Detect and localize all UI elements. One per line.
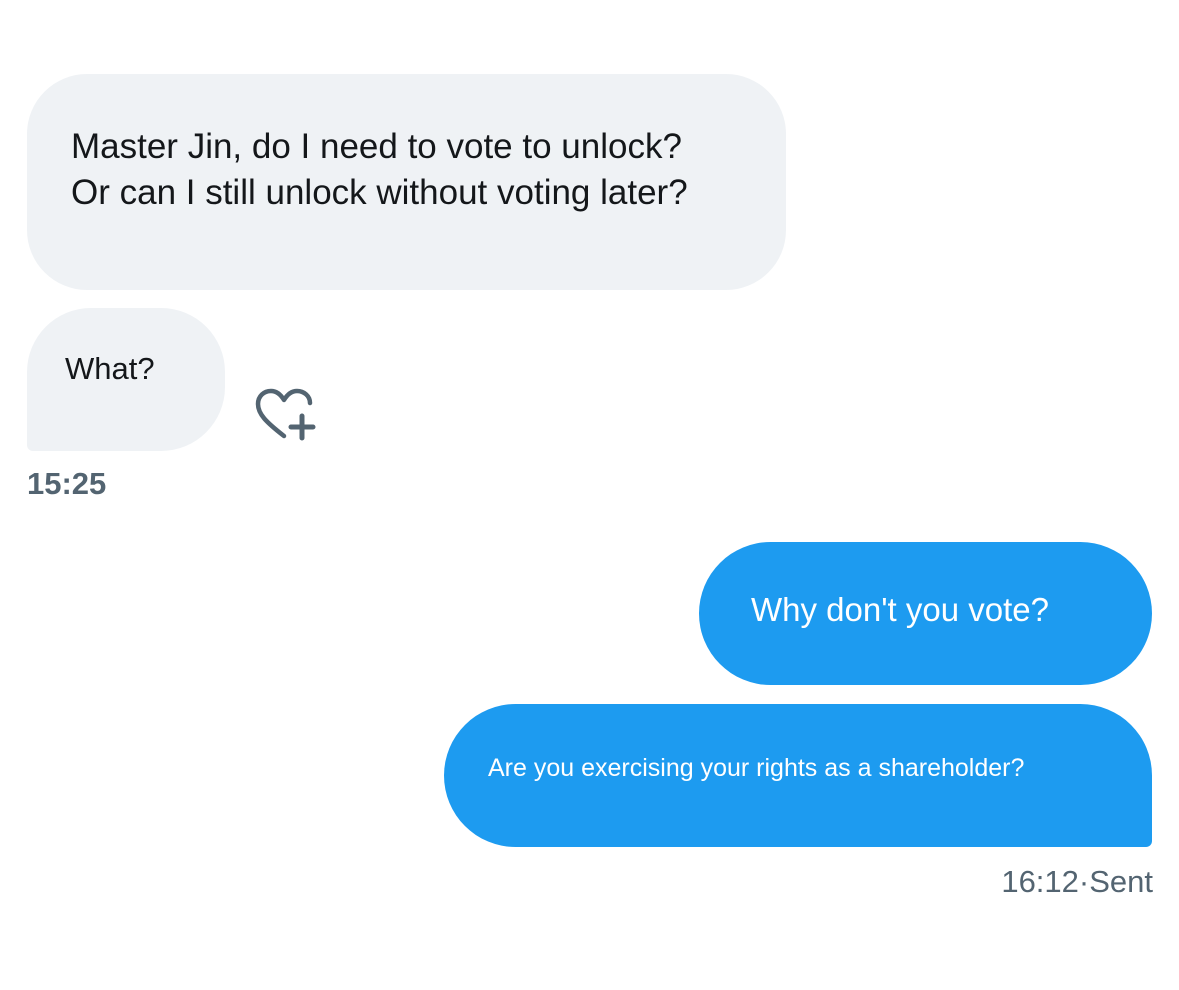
heart-plus-icon	[255, 388, 316, 441]
received-message-bubble[interactable]: What?	[27, 308, 225, 451]
sent-message-bubble[interactable]: Are you exercising your rights as a shar…	[444, 704, 1152, 847]
sent-message-bubble[interactable]: Why don't you vote?	[699, 542, 1152, 685]
add-reaction-button[interactable]	[254, 388, 318, 444]
sent-status: 16:12·Sent	[1001, 864, 1153, 899]
received-message-bubble[interactable]: Master Jin, do I need to vote to unlock?…	[27, 74, 786, 290]
message-timestamp: 15:25	[27, 466, 107, 501]
